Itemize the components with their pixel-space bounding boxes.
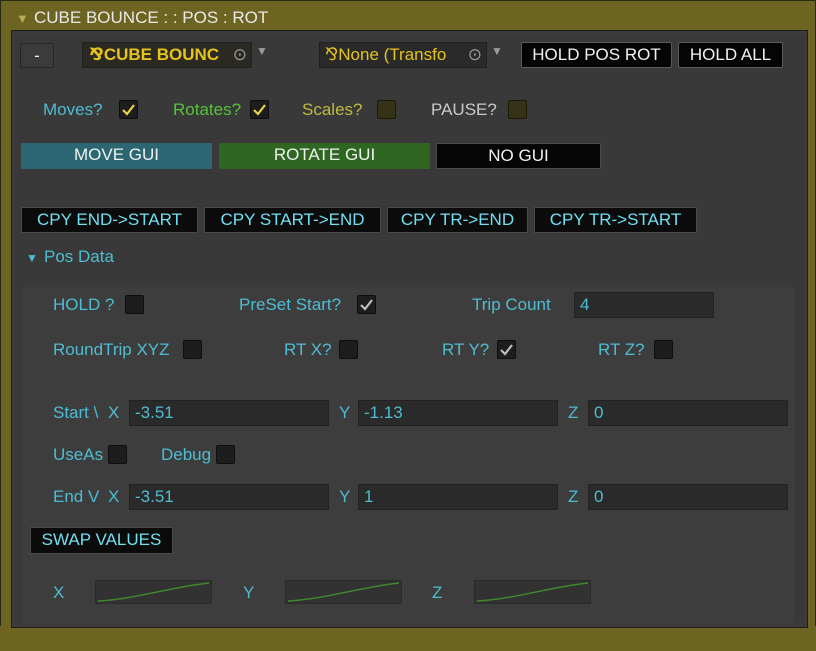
- swap-values-button[interactable]: SWAP VALUES: [30, 527, 173, 554]
- trip-count-label: Trip Count: [472, 295, 551, 314]
- minus-button[interactable]: -: [20, 43, 54, 68]
- rt-x-label: RT X?: [284, 340, 332, 359]
- copy-tr-to-start-button[interactable]: CPY TR->START: [534, 207, 697, 233]
- moves-label: Moves?: [43, 100, 103, 119]
- trip-count-field[interactable]: 4: [574, 292, 714, 318]
- hold-checkbox[interactable]: [125, 295, 144, 314]
- copy-start-to-end-button[interactable]: CPY START->END: [204, 207, 381, 233]
- start-y-field[interactable]: -1.13: [358, 400, 558, 426]
- ease-curve-icon: [97, 582, 210, 602]
- end-vector-label: End V: [53, 487, 100, 506]
- transform-icon: ⅋: [89, 45, 104, 64]
- start-x-field[interactable]: -3.51: [129, 400, 329, 426]
- debug-label: Debug: [161, 445, 212, 464]
- copy-tr-to-end-button[interactable]: CPY TR->END: [387, 207, 528, 233]
- curve-x-field[interactable]: [95, 580, 212, 604]
- rt-z-label: RT Z?: [598, 340, 645, 359]
- curve-y-label: Y: [243, 583, 255, 602]
- preset-start-checkbox[interactable]: [357, 295, 376, 314]
- copy-end-to-start-button[interactable]: CPY END->START: [21, 207, 198, 233]
- object-picker-icon[interactable]: ⊙: [233, 43, 247, 67]
- object-picker-icon[interactable]: ⊙: [468, 43, 482, 67]
- use-as-label: UseAs: [53, 445, 104, 464]
- curve-y-field[interactable]: [285, 580, 402, 604]
- scales-label: Scales?: [302, 100, 363, 119]
- move-gui-button[interactable]: MOVE GUI: [21, 143, 212, 169]
- component-frame-bottom: [0, 626, 816, 651]
- rotates-checkbox[interactable]: [250, 100, 269, 119]
- hold-label: HOLD ?: [53, 295, 115, 314]
- rotate-gui-button[interactable]: ROTATE GUI: [219, 143, 430, 169]
- preset-start-label: PreSet Start?: [239, 295, 342, 314]
- hold-pos-rot-button[interactable]: HOLD POS ROT: [521, 42, 672, 68]
- end-x-label: X: [108, 487, 120, 506]
- end-y-field[interactable]: 1: [358, 484, 558, 510]
- pos-data-panel: [22, 287, 795, 623]
- dropdown-arrow-icon[interactable]: ▼: [256, 44, 268, 58]
- ease-curve-icon: [287, 582, 400, 602]
- scales-checkbox[interactable]: [377, 100, 396, 119]
- rotates-label: Rotates?: [173, 100, 242, 119]
- use-as-checkbox[interactable]: [108, 445, 127, 464]
- roundtrip-checkbox[interactable]: [183, 340, 202, 359]
- end-z-field[interactable]: 0: [588, 484, 788, 510]
- start-x-label: X: [108, 403, 120, 422]
- start-vector-label: Start \: [53, 403, 99, 422]
- hold-all-button[interactable]: HOLD ALL: [678, 42, 783, 68]
- rt-z-checkbox[interactable]: [654, 340, 673, 359]
- end-z-label: Z: [568, 487, 579, 506]
- debug-checkbox[interactable]: [216, 445, 235, 464]
- start-y-label: Y: [339, 403, 351, 422]
- pos-data-foldout[interactable]: Pos Data: [44, 247, 114, 267]
- checkmark-icon: [253, 104, 266, 116]
- foldout-arrow-icon[interactable]: ▼: [16, 11, 29, 26]
- dropdown-arrow-icon[interactable]: ▼: [491, 44, 503, 58]
- start-z-label: Z: [568, 403, 579, 422]
- curve-z-field[interactable]: [474, 580, 591, 604]
- rt-x-checkbox[interactable]: [339, 340, 358, 359]
- start-z-field[interactable]: 0: [588, 400, 788, 426]
- checkmark-icon: [500, 344, 513, 356]
- ease-curve-icon: [476, 582, 589, 602]
- rt-y-checkbox[interactable]: [497, 340, 516, 359]
- checkmark-icon: [360, 299, 373, 311]
- moves-checkbox[interactable]: [119, 100, 138, 119]
- transform-field-value: None (Transfo: [338, 45, 447, 64]
- target-object-name: CUBE BOUNC: [103, 45, 220, 64]
- transform-field[interactable]: ⅋None (Transfo ⊙: [319, 42, 487, 68]
- foldout-arrow-icon[interactable]: ▼: [26, 251, 38, 265]
- end-x-field[interactable]: -3.51: [129, 484, 329, 510]
- rt-y-label: RT Y?: [442, 340, 490, 359]
- target-object-field[interactable]: ⅋CUBE BOUNC ⊙: [82, 42, 252, 68]
- end-y-label: Y: [339, 487, 351, 506]
- curve-x-label: X: [53, 583, 65, 602]
- curve-z-label: Z: [432, 583, 443, 602]
- transform-icon: ⅋: [325, 45, 339, 64]
- roundtrip-label: RoundTrip XYZ: [53, 340, 170, 359]
- checkmark-icon: [122, 104, 135, 116]
- component-title: CUBE BOUNCE : : POS : ROT: [34, 8, 269, 27]
- no-gui-button[interactable]: NO GUI: [436, 143, 601, 169]
- pause-checkbox[interactable]: [508, 100, 527, 119]
- pause-label: PAUSE?: [431, 100, 497, 119]
